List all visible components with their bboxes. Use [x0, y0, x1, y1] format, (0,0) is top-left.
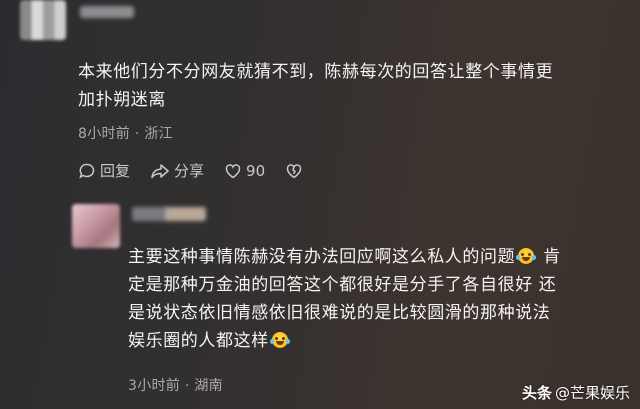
heart-icon	[225, 163, 241, 178]
share-icon	[151, 163, 169, 178]
commenter-name[interactable]	[132, 207, 206, 221]
watermark: 头条 @芒果娱乐	[521, 384, 630, 402]
commenter-avatar[interactable]	[20, 0, 66, 40]
laughing-emoji-icon	[516, 248, 537, 264]
dislike-button[interactable]	[285, 162, 307, 180]
reply-button[interactable]: 回复	[78, 160, 130, 181]
share-button[interactable]: 分享	[150, 160, 204, 181]
comment-meta: 8小时前 · 浙江	[78, 126, 173, 142]
broken-heart-icon	[286, 163, 302, 178]
comment-icon	[79, 163, 95, 179]
commenter-name[interactable]	[80, 6, 134, 18]
comment-text: 本来他们分不分网友就猜不到，陈赫每次的回答让整个事情更 加扑朔迷离	[78, 62, 554, 110]
commenter-avatar[interactable]	[72, 204, 120, 248]
comment-text: 主要这种事情陈赫没有办法回应啊这么私人的问题 肯 定是那种万金油的回答这个都很好…	[128, 247, 561, 351]
laughing-emoji-icon	[269, 332, 290, 348]
like-button[interactable]: 90	[224, 162, 265, 180]
comment-meta: 3小时前 · 湖南	[128, 378, 223, 394]
